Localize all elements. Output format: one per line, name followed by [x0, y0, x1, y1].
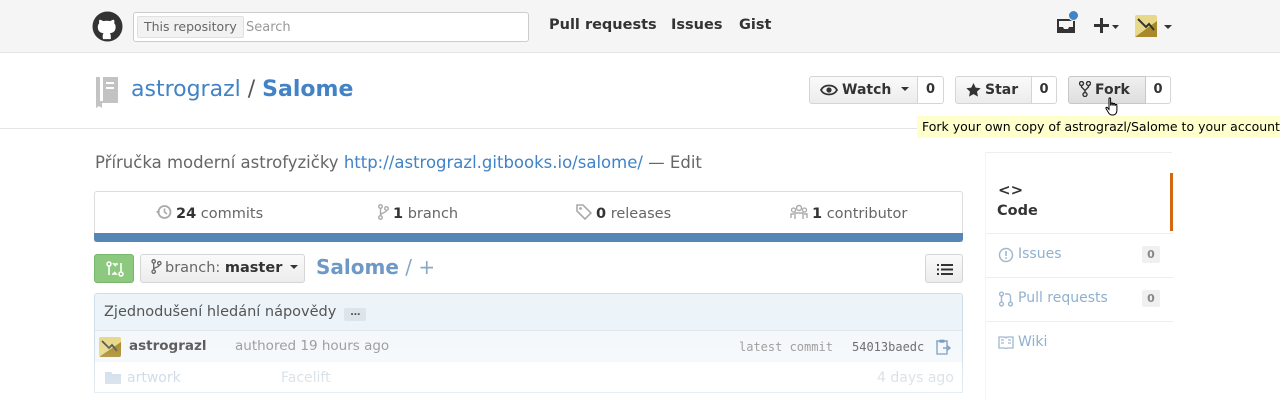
- pull-request-icon: [998, 291, 1014, 307]
- star-button[interactable]: Star: [955, 76, 1032, 104]
- pull-requests-counter: 0: [1142, 290, 1160, 307]
- branches-link[interactable]: 1 branch: [378, 204, 458, 222]
- site-header: This repository Pull requests Issues Gis…: [0, 0, 1280, 53]
- watch-button[interactable]: Watch: [809, 76, 918, 104]
- sidebar-item-label: Issues: [1018, 246, 1062, 262]
- site-search: This repository: [133, 12, 529, 42]
- description-text: Příručka moderní astrofyzičky: [95, 153, 339, 172]
- repo-description: Příručka moderní astrofyzičky http://ast…: [95, 153, 702, 172]
- branch-prefix: branch:: [165, 260, 221, 276]
- nav-issues[interactable]: Issues: [671, 17, 722, 33]
- sidebar-item-label: Code: [997, 203, 1038, 219]
- author-avatar[interactable]: [99, 337, 121, 357]
- sidebar-item-code[interactable]: <> Code: [986, 173, 1173, 231]
- mouse-cursor-hand-icon: [1105, 97, 1118, 116]
- nav-pull-requests[interactable]: Pull requests: [549, 17, 657, 33]
- clipboard-icon[interactable]: [935, 339, 951, 355]
- plus-dropdown-icon[interactable]: [1094, 17, 1120, 34]
- branch-icon: [378, 204, 389, 220]
- chevron-down-icon: [901, 87, 910, 91]
- branch-icon: [151, 259, 162, 274]
- fork-label: Fork: [1095, 82, 1130, 98]
- commit-author-link[interactable]: astrograzl: [129, 331, 206, 361]
- user-avatar[interactable]: [1135, 15, 1173, 37]
- file-age: 4 days ago: [877, 370, 954, 386]
- sidebar-item-wiki[interactable]: Wiki: [986, 321, 1173, 365]
- branch-name: master: [224, 260, 283, 276]
- releases-count: 0: [596, 206, 607, 222]
- search-input[interactable]: [246, 17, 516, 37]
- folder-icon: [105, 372, 121, 384]
- fork-count[interactable]: 0: [1146, 76, 1171, 104]
- fork-icon: [1078, 80, 1092, 98]
- breadcrumb: Salome / +: [316, 254, 435, 280]
- commits-label: commits: [200, 206, 264, 222]
- description-dash: —: [648, 153, 665, 172]
- latest-commit-label: latest commit: [739, 340, 833, 354]
- commit-meta: astrograzl authored 19 hours ago latest …: [95, 330, 962, 362]
- watch-label: Watch: [842, 82, 892, 98]
- eye-icon: [819, 84, 839, 96]
- organization-icon: [790, 204, 808, 219]
- homepage-link[interactable]: http://astrograzl.gitbooks.io/salome/: [344, 153, 643, 172]
- commit-title: Zjednodušení hledání nápovědy …: [95, 294, 962, 330]
- language-bar[interactable]: [94, 233, 963, 242]
- commit-time: authored 19 hours ago: [235, 338, 390, 354]
- notification-indicator: [1068, 10, 1079, 21]
- chevron-down-icon: [289, 265, 298, 269]
- breadcrumb-separator: /: [405, 255, 413, 279]
- issue-icon: [998, 247, 1014, 263]
- compare-icon: [106, 261, 124, 277]
- history-icon: [156, 205, 172, 219]
- commit-sha-link[interactable]: 54013baedc: [852, 332, 924, 362]
- star-count[interactable]: 0: [1032, 76, 1057, 104]
- sidebar-item-pull-requests[interactable]: Pull requests 0: [986, 277, 1173, 321]
- repo-name-link[interactable]: Salome: [262, 77, 353, 102]
- github-logo-icon[interactable]: [92, 11, 123, 42]
- search-scope-label: This repository: [137, 16, 244, 38]
- file-name-link[interactable]: artwork: [127, 363, 181, 392]
- repo-title: astrograzl / Salome: [131, 76, 353, 104]
- tag-icon: [576, 204, 593, 221]
- latest-commit-box: Zjednodušení hledání nápovědy … astrograz…: [94, 293, 963, 393]
- commits-count: 24: [176, 206, 197, 222]
- star-icon: [966, 83, 981, 97]
- sidebar-item-label: Pull requests: [1018, 290, 1108, 306]
- releases-label: releases: [610, 206, 672, 222]
- repo-path-separator: /: [247, 77, 256, 102]
- breadcrumb-repo-link[interactable]: Salome: [316, 255, 399, 279]
- nav-gist[interactable]: Gist: [739, 17, 771, 33]
- commits-link[interactable]: 24 commits: [156, 204, 263, 222]
- new-file-link[interactable]: +: [418, 255, 435, 279]
- branch-select[interactable]: branch: master: [140, 254, 305, 283]
- compare-button[interactable]: [94, 254, 134, 283]
- sidebar-item-issues[interactable]: Issues 0: [986, 233, 1173, 277]
- file-commit-message[interactable]: Facelift: [281, 363, 331, 392]
- branches-label: branch: [407, 206, 459, 222]
- issues-counter: 0: [1142, 246, 1160, 263]
- watch-count[interactable]: 0: [918, 76, 944, 104]
- releases-link[interactable]: 0 releases: [576, 204, 671, 222]
- contributors-label: contributor: [826, 206, 908, 222]
- sidebar-item-label: Wiki: [1018, 334, 1048, 350]
- file-row[interactable]: artwork Facelift 4 days ago: [95, 363, 962, 392]
- repo-sidebar: <> Code Issues 0 Pull requests 0 Wiki: [985, 152, 1173, 400]
- star-label: Star: [985, 82, 1019, 98]
- list-view-button[interactable]: [925, 254, 963, 283]
- contributors-count: 1: [812, 206, 823, 222]
- list-icon: [937, 264, 953, 275]
- commit-message-link[interactable]: Zjednodušení hledání nápovědy: [104, 304, 336, 320]
- expand-commit-button[interactable]: …: [344, 308, 367, 321]
- wiki-icon: [998, 336, 1014, 349]
- branches-count: 1: [393, 206, 404, 222]
- code-icon: <>: [998, 181, 1024, 199]
- repo-book-icon: [96, 77, 118, 108]
- edit-description-link[interactable]: Edit: [670, 153, 702, 172]
- repo-owner-link[interactable]: astrograzl: [131, 77, 241, 102]
- contributors-link[interactable]: 1 contributor: [790, 204, 907, 222]
- fork-tooltip: Fork your own copy of astrograzl/Salome …: [917, 116, 1280, 138]
